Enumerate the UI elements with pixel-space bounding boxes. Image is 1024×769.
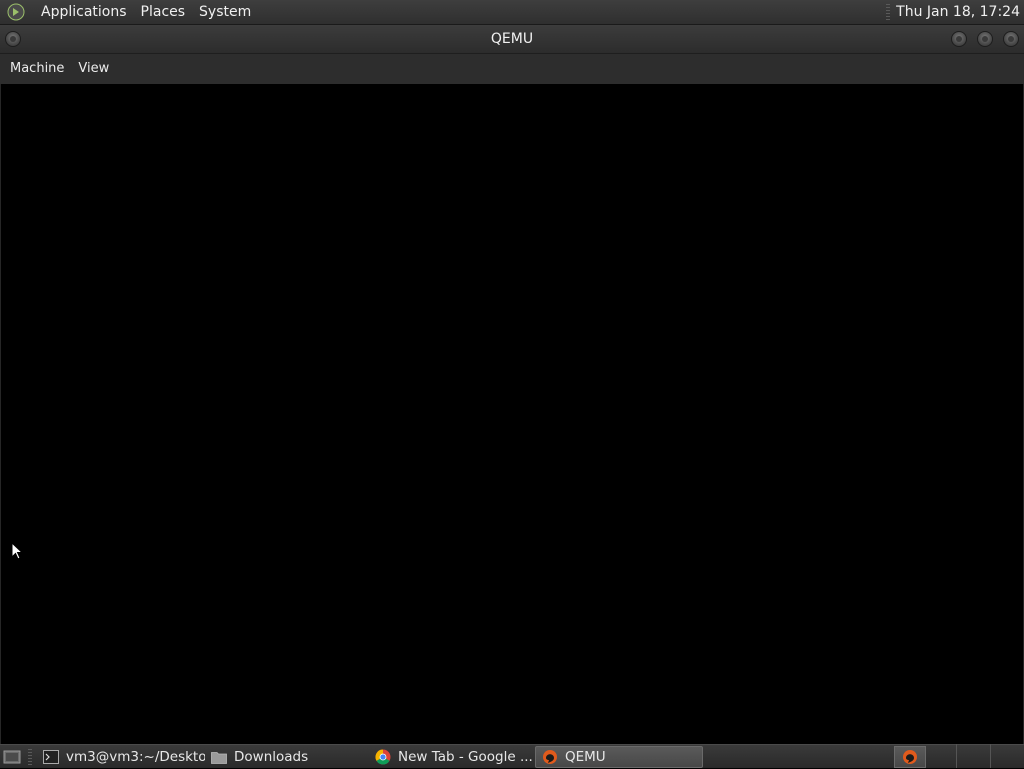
taskbar-separator [956,744,957,768]
taskbar-separator [990,744,991,768]
tray-qemu-icon[interactable] [894,745,926,768]
taskbar-drag-handle[interactable] [28,748,32,765]
clock[interactable]: Thu Jan 18, 17:24 [896,4,1024,20]
task-label: vm3@vm3:~/Desktop [66,748,205,765]
panel-drag-handle[interactable] [886,3,891,21]
minimize-button[interactable] [951,31,967,47]
window-titlebar[interactable]: QEMU [0,25,1024,54]
menu-view[interactable]: View [71,54,116,84]
qemu-menubar: Machine View [0,54,1024,84]
applications-menu[interactable]: Applications [34,0,134,25]
show-desktop-icon[interactable] [0,745,24,769]
task-label: QEMU [565,748,606,765]
mate-logo-icon[interactable] [6,2,26,22]
places-menu[interactable]: Places [134,0,193,25]
folder-icon [211,749,227,765]
close-button[interactable] [1003,31,1019,47]
vm-display[interactable] [0,84,1024,744]
menu-machine[interactable]: Machine [3,54,71,84]
task-terminal[interactable]: vm3@vm3:~/Desktop [37,746,205,768]
terminal-icon [43,749,59,765]
chrome-icon [375,749,391,765]
task-label: New Tab - Google ... [398,748,533,765]
bottom-taskbar: vm3@vm3:~/Desktop Downloads New Tab - Go… [0,744,1024,768]
top-panel: Applications Places System Thu Jan 18, 1… [0,0,1024,25]
task-downloads[interactable]: Downloads [205,746,369,768]
system-menu[interactable]: System [192,0,258,25]
window-title: QEMU [490,31,534,47]
maximize-button[interactable] [977,31,993,47]
qemu-icon [542,749,558,765]
task-qemu[interactable]: QEMU [535,745,703,768]
task-chrome[interactable]: New Tab - Google ... [369,746,535,768]
task-label: Downloads [234,748,309,765]
mouse-cursor-icon [11,542,23,560]
